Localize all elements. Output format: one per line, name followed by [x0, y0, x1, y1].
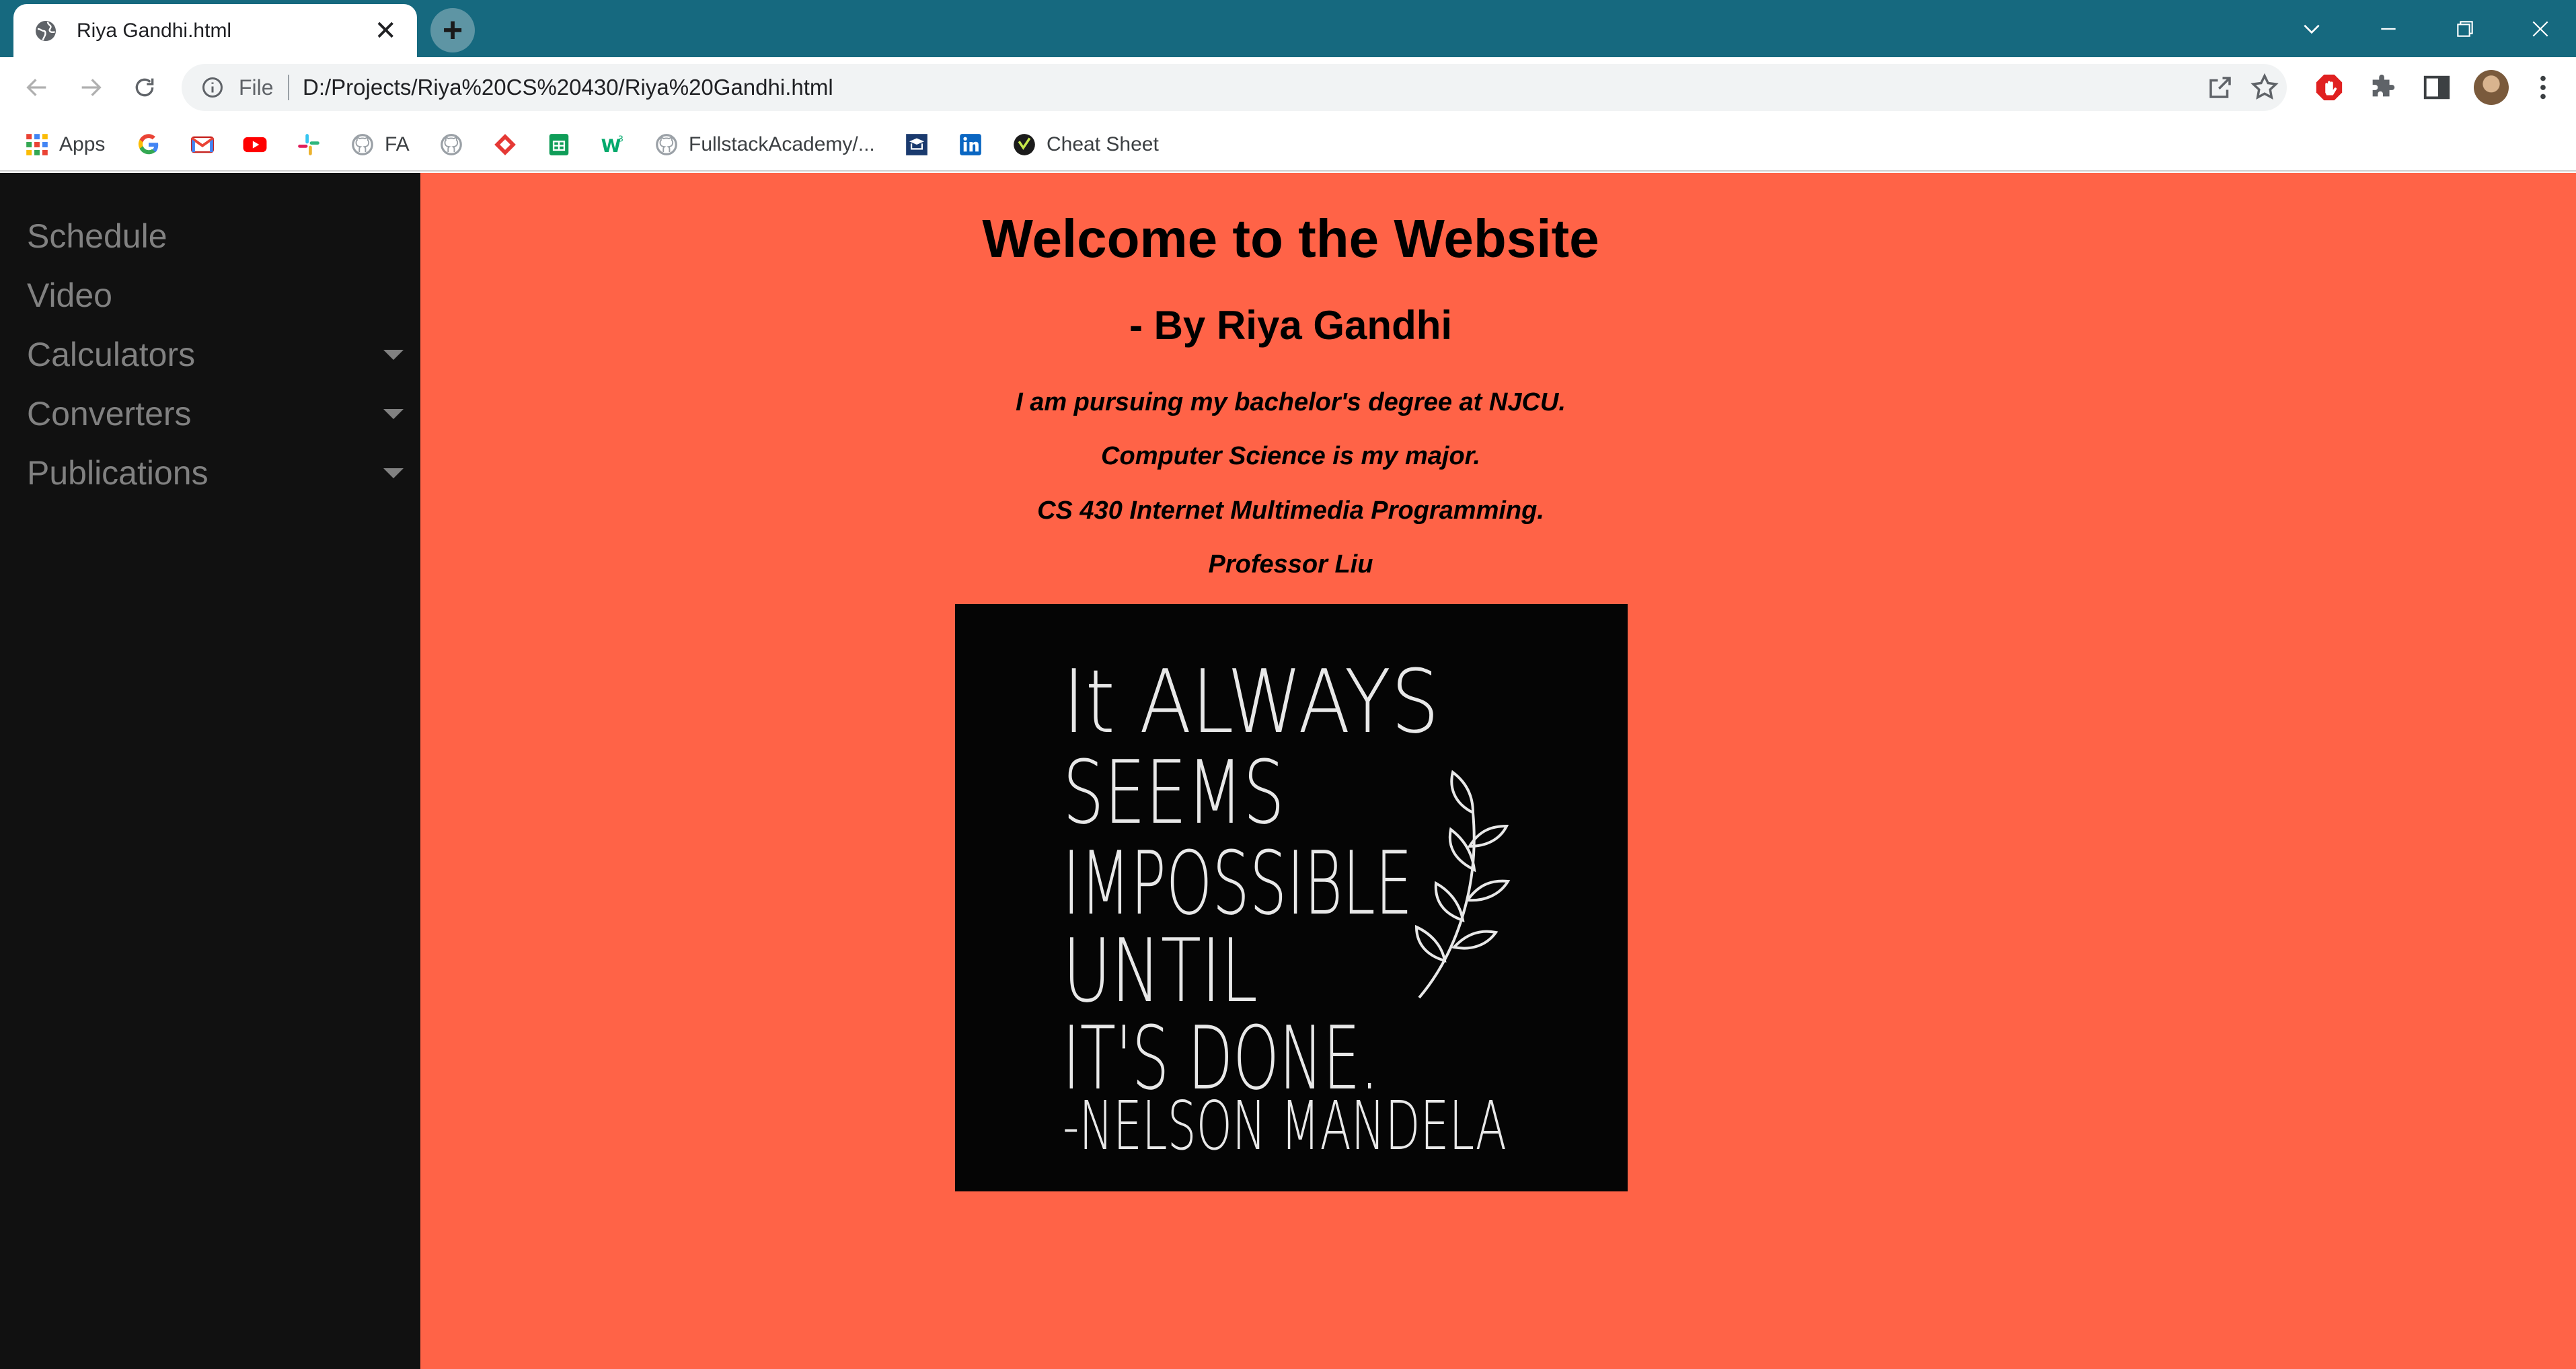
- back-button[interactable]: [20, 71, 54, 104]
- bookmark-youtube[interactable]: [242, 131, 268, 158]
- apps-grid-icon: [26, 134, 48, 155]
- address-url[interactable]: D:/Projects/Riya%20CS%20430/Riya%20Gandh…: [303, 75, 833, 100]
- caret-down-icon: [383, 408, 404, 419]
- sidebar-item-label: Converters: [27, 395, 192, 433]
- sidebar-item-label: Video: [27, 276, 112, 314]
- tab-strip: Riya Gandhi.html ✕ +: [0, 0, 2576, 57]
- reload-icon: [135, 78, 154, 97]
- address-scheme: File: [239, 75, 274, 100]
- bookmark-google[interactable]: [136, 131, 161, 158]
- diamond-icon: [494, 134, 516, 155]
- cheat-sheet-icon: [1014, 134, 1035, 155]
- linkedin-icon: [960, 134, 981, 155]
- school-icon: [906, 134, 927, 155]
- bookmark-fullstackacademy[interactable]: FullstackAcademy/...: [654, 131, 875, 158]
- address-bar[interactable]: File D:/Projects/Riya%20CS%20430/Riya%20…: [182, 64, 2287, 111]
- side-panel-icon: [2423, 75, 2450, 100]
- address-divider: [288, 75, 289, 100]
- slack-icon: [298, 134, 319, 155]
- quote-line: -NELSON MANDELA: [1063, 1086, 1507, 1165]
- bookmark-gmail[interactable]: [190, 131, 215, 158]
- profile-avatar[interactable]: [2474, 70, 2509, 105]
- gmail-icon: [190, 136, 215, 153]
- sidebar-item-publications[interactable]: Publications: [27, 449, 404, 496]
- tab-title: Riya Gandhi.html: [77, 19, 232, 42]
- bookmark-slack[interactable]: [296, 131, 321, 158]
- restore-button[interactable]: [2428, 0, 2502, 57]
- web-page: Schedule Video Calculators Converters Pu…: [0, 173, 2576, 1369]
- main-content: Welcome to the Website - By Riya Gandhi …: [420, 173, 2576, 1369]
- bookmark-linkedin[interactable]: [958, 131, 983, 158]
- intro-paragraph: I am pursuing my bachelor's degree at NJ…: [1016, 388, 1566, 416]
- w3schools-icon: W3: [601, 133, 623, 157]
- bookmarks-bar: Apps FA W3 FullstackAcademy/... Cheat Sh…: [0, 118, 2576, 172]
- sidebar-item-converters[interactable]: Converters: [27, 390, 404, 437]
- bookmark-apps[interactable]: Apps: [24, 131, 105, 158]
- bookmark-fa[interactable]: FA: [350, 131, 410, 158]
- close-icon: [2532, 21, 2548, 36]
- caret-down-icon: [383, 349, 404, 360]
- bookmark-cheat-sheet[interactable]: Cheat Sheet: [1012, 131, 1159, 158]
- quote-line: It ALWAYS: [1063, 651, 1439, 753]
- bookmark-star-icon[interactable]: [2249, 72, 2280, 103]
- restore-icon: [2457, 20, 2473, 37]
- github-icon: [656, 134, 677, 155]
- major-paragraph: Computer Science is my major.: [1101, 442, 1480, 470]
- adblock-extension-button[interactable]: [2312, 71, 2346, 104]
- sidebar-item-label: Schedule: [27, 217, 167, 255]
- github-icon: [352, 134, 373, 155]
- sidebar-item-video[interactable]: Video: [27, 272, 404, 319]
- caret-down-icon: [383, 468, 404, 478]
- page-title: Welcome to the Website: [982, 209, 1599, 268]
- adblock-icon: [2316, 74, 2343, 101]
- close-window-button[interactable]: [2503, 0, 2576, 57]
- youtube-icon: [243, 137, 267, 153]
- chevron-down-icon: [2304, 24, 2320, 34]
- puzzle-icon: [2372, 74, 2395, 97]
- browser-menu-button[interactable]: [2526, 71, 2560, 104]
- reload-button[interactable]: [128, 71, 161, 104]
- sidebar-item-schedule[interactable]: Schedule: [27, 213, 404, 260]
- browser-tab-active[interactable]: Riya Gandhi.html ✕: [13, 4, 417, 57]
- bookmark-w3schools[interactable]: W3: [600, 131, 626, 158]
- bookmark-label: FullstackAcademy/...: [689, 133, 875, 155]
- sidebar: Schedule Video Calculators Converters Pu…: [0, 173, 420, 1369]
- bookmark-label: Cheat Sheet: [1047, 133, 1159, 155]
- side-panel-button[interactable]: [2420, 71, 2454, 104]
- globe-icon: [36, 20, 56, 41]
- extensions-button[interactable]: [2366, 71, 2400, 104]
- tab-search-button[interactable]: [2275, 0, 2349, 57]
- github-icon: [441, 134, 462, 155]
- page-subtitle: - By Riya Gandhi: [1129, 303, 1453, 348]
- sidebar-item-calculators[interactable]: Calculators: [27, 331, 404, 378]
- bookmark-label: Apps: [59, 133, 106, 155]
- minimize-icon: [2381, 28, 2396, 30]
- forward-button[interactable]: [74, 71, 108, 104]
- bookmark-school[interactable]: [904, 131, 930, 158]
- quote-image-art: It ALWAYS SEEMS IMPOSSIBLE UNTIL IT'S DO…: [955, 604, 1628, 1191]
- bookmark-github[interactable]: [439, 131, 464, 158]
- arrow-left-icon: [26, 79, 46, 96]
- svg-text:3: 3: [618, 133, 623, 143]
- kebab-menu-icon: [2540, 75, 2546, 100]
- minimize-button[interactable]: [2351, 0, 2425, 57]
- sheets-icon: [549, 134, 569, 155]
- share-icon[interactable]: [2206, 73, 2234, 102]
- sidebar-item-label: Publications: [27, 454, 209, 492]
- browser-toolbar: File D:/Projects/Riya%20CS%20430/Riya%20…: [0, 57, 2576, 118]
- new-tab-button[interactable]: +: [430, 8, 475, 52]
- info-icon[interactable]: [200, 75, 225, 100]
- arrow-right-icon: [81, 79, 102, 96]
- google-icon: [138, 134, 159, 155]
- quote-image: It ALWAYS SEEMS IMPOSSIBLE UNTIL IT'S DO…: [955, 604, 1628, 1191]
- quote-line: SEEMS: [1063, 741, 1285, 844]
- sidebar-item-label: Calculators: [27, 336, 196, 373]
- bookmark-diamond[interactable]: [492, 131, 518, 158]
- bookmark-label: FA: [385, 133, 410, 155]
- professor-paragraph: Professor Liu: [1208, 550, 1373, 579]
- course-paragraph: CS 430 Internet Multimedia Programming.: [1037, 496, 1544, 525]
- tab-close-icon[interactable]: ✕: [374, 17, 397, 44]
- bookmark-sheets[interactable]: [546, 131, 572, 158]
